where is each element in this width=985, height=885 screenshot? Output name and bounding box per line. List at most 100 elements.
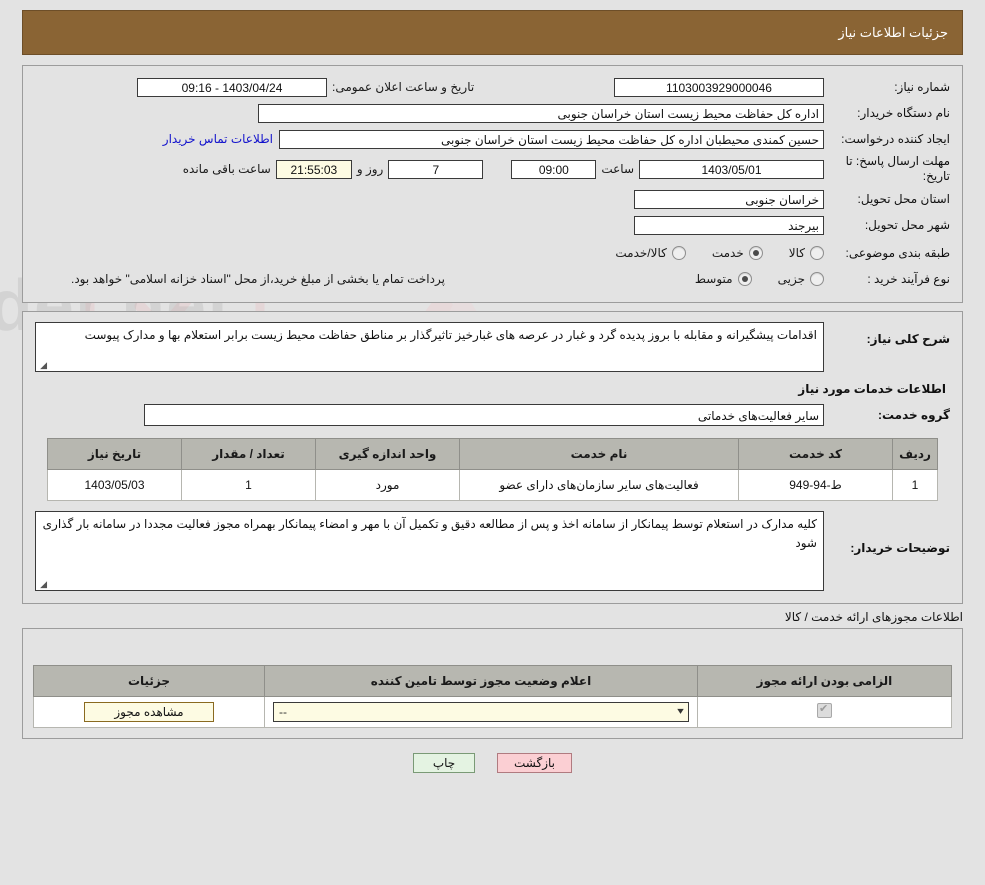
cell-need-date: 1403/05/03 (47, 469, 182, 501)
delivery-city-row: شهر محل تحویل: بیرجند (35, 214, 950, 236)
remaining-days-label: روز و (356, 162, 384, 176)
process-option-medium[interactable]: متوسط (695, 272, 752, 286)
footer-actions: بازگشت چاپ (0, 753, 985, 773)
services-table: ردیف کد خدمت نام خدمت واحد اندازه گیری ت… (47, 438, 938, 501)
col-need-date: تاریخ نیاز (47, 438, 182, 470)
deadline-date-field: 1403/05/01 (639, 159, 824, 179)
category-service-label: خدمت (711, 246, 744, 260)
process-option-minor[interactable]: جزیی (778, 272, 824, 286)
purchase-process-row: نوع فرآیند خرید : جزیی متوسط پرداخت تمام… (35, 268, 950, 290)
delivery-province-label: استان محل تحویل: (857, 191, 950, 206)
category-option-service[interactable]: خدمت (712, 246, 763, 260)
view-license-button[interactable]: مشاهده مجوز (84, 702, 214, 722)
col-license-status: اعلام وضعیت مجوز توسط تامین کننده (264, 665, 698, 697)
request-creator-row: ایجاد کننده درخواست: حسین کمندی محیطبان … (35, 128, 950, 150)
licenses-table-header-row: الزامی بودن ارائه مجوز اعلام وضعیت مجوز … (33, 665, 952, 697)
page-header-bar: جزئیات اطلاعات نیاز (22, 10, 963, 55)
category-goods-service-label: کالا/خدمت (615, 246, 667, 260)
category-goods-radio[interactable] (810, 246, 824, 260)
col-index: ردیف (892, 438, 938, 470)
cell-service-code: ط-94-949 (738, 469, 893, 501)
cell-service-name: فعالیت‌های سایر سازمان‌های دارای عضو (459, 469, 739, 501)
general-description-textarea[interactable]: اقدامات پیشگیرانه و مقابله با بروز پدیده… (35, 322, 824, 372)
col-license-details: جزئیات (33, 665, 265, 697)
back-button[interactable]: بازگشت (497, 753, 572, 773)
general-description-label: شرح کلی نیاز: (866, 332, 950, 346)
process-medium-radio[interactable] (737, 272, 752, 286)
buyer-notes-text: کلیه مدارک در استعلام توسط پیمانکار از س… (42, 517, 817, 550)
services-table-header-row: ردیف کد خدمت نام خدمت واحد اندازه گیری ت… (47, 438, 938, 470)
licenses-table: الزامی بودن ارائه مجوز اعلام وضعیت مجوز … (33, 665, 952, 728)
remaining-days-field: 7 (388, 159, 484, 179)
cell-unit: مورد (315, 469, 460, 501)
cell-quantity: 1 (181, 469, 316, 501)
category-option-goods[interactable]: کالا (789, 246, 824, 260)
subject-category-row: طبقه بندی موضوعی: کالا خدمت کالا/خدمت (35, 242, 950, 264)
buyer-notes-textarea[interactable]: کلیه مدارک در استعلام توسط پیمانکار از س… (35, 511, 824, 591)
cell-license-details: مشاهده مجوز (33, 696, 265, 728)
subject-category-label: طبقه بندی موضوعی: (845, 245, 950, 260)
announce-datetime-field: 1403/04/24 - 09:16 (137, 77, 327, 97)
services-table-wrapper: ردیف کد خدمت نام خدمت واحد اندازه گیری ت… (47, 438, 938, 501)
license-required-checkbox-icon (817, 702, 832, 718)
request-creator-field: حسین کمندی محیطبان اداره کل حفاظت محیط ز… (279, 129, 824, 149)
need-number-label: شماره نیاز: (894, 79, 950, 94)
buyer-notes-label: توضیحات خریدار: (850, 541, 950, 555)
general-description-row: شرح کلی نیاز: اقدامات پیشگیرانه و مقابله… (35, 322, 950, 372)
chevron-down-icon: ▾ (677, 706, 684, 717)
process-minor-label: جزیی (777, 272, 805, 286)
process-minor-radio[interactable] (810, 272, 824, 286)
process-medium-label: متوسط (694, 272, 733, 286)
request-creator-label: ایجاد کننده درخواست: (841, 131, 950, 146)
col-service-code: کد خدمت (738, 438, 893, 470)
buyer-notes-row: توضیحات خریدار: کلیه مدارک در استعلام تو… (35, 511, 950, 591)
page-title: جزئیات اطلاعات نیاز (838, 24, 948, 40)
need-number-row: شماره نیاز: 1103003929000046 تاریخ و ساع… (35, 76, 950, 98)
buyer-org-row: نام دستگاه خریدار: اداره کل حفاظت محیط ز… (35, 102, 950, 124)
col-unit: واحد اندازه گیری (315, 438, 460, 470)
delivery-province-field: خراسان جنوبی (634, 189, 824, 209)
license-status-select[interactable]: ▾ -- (273, 702, 689, 722)
deadline-time-field: 09:00 (511, 159, 597, 179)
licenses-section-caption: اطلاعات مجوزهای ارائه خدمت / کالا (784, 610, 963, 624)
category-goods-service-radio[interactable] (671, 246, 686, 260)
cell-license-required (697, 696, 952, 728)
deadline-time-label: ساعت (601, 162, 634, 176)
license-status-value: -- (279, 705, 287, 719)
col-license-required: الزامی بودن ارائه مجوز (697, 665, 952, 697)
delivery-city-field: بیرجند (634, 215, 824, 235)
purchase-process-label: نوع فرآیند خرید : (867, 271, 950, 286)
category-option-goods-service[interactable]: کالا/خدمت (615, 246, 686, 260)
remaining-hours-label: ساعت باقی مانده (182, 162, 271, 176)
col-quantity: تعداد / مقدار (181, 438, 316, 470)
response-deadline-row: مهلت ارسال پاسخ: تا تاریخ: 1403/05/01 سا… (35, 154, 950, 184)
announce-datetime-label: تاریخ و ساعت اعلان عمومی: (332, 80, 475, 94)
general-description-text: اقدامات پیشگیرانه و مقابله با بروز پدیده… (84, 328, 817, 342)
treasury-note: پرداخت تمام یا بخشی از مبلغ خرید،از محل … (71, 272, 445, 286)
category-goods-label: کالا (788, 246, 805, 260)
resize-grip-icon[interactable]: ◢ (38, 361, 47, 370)
delivery-city-label: شهر محل تحویل: (864, 217, 950, 232)
need-details-panel: شماره نیاز: 1103003929000046 تاریخ و ساع… (22, 65, 963, 303)
buyer-contact-link[interactable]: اطلاعات تماس خریدار (157, 132, 279, 146)
response-deadline-label: مهلت ارسال پاسخ: تا تاریخ: (845, 154, 950, 183)
print-button[interactable]: چاپ (413, 753, 475, 773)
buyer-org-field: اداره کل حفاظت محیط زیست استان خراسان جن… (258, 103, 824, 123)
service-group-label: گروه خدمت: (877, 407, 950, 422)
delivery-province-row: استان محل تحویل: خراسان جنوبی (35, 188, 950, 210)
service-group-field: سایر فعالیت‌های خدماتی (144, 404, 824, 426)
table-row: 1 ط-94-949 فعالیت‌های سایر سازمان‌های دا… (47, 469, 938, 501)
licenses-panel: الزامی بودن ارائه مجوز اعلام وضعیت مجوز … (22, 628, 963, 739)
services-section-caption: اطلاعات خدمات مورد نیاز (798, 382, 946, 396)
cell-index: 1 (892, 469, 938, 501)
col-service-name: نام خدمت (459, 438, 739, 470)
service-group-row: گروه خدمت: سایر فعالیت‌های خدماتی (35, 404, 950, 426)
cell-license-status: ▾ -- (264, 696, 698, 728)
remaining-countdown-field: 21:55:03 (275, 159, 352, 179)
need-number-field: 1103003929000046 (614, 77, 824, 97)
buyer-org-label: نام دستگاه خریدار: (857, 105, 950, 120)
need-summary-panel: شرح کلی نیاز: اقدامات پیشگیرانه و مقابله… (22, 311, 963, 604)
resize-grip-icon[interactable]: ◢ (38, 580, 47, 589)
table-row: ▾ -- مشاهده مجوز (33, 696, 952, 728)
category-service-radio[interactable] (748, 246, 763, 260)
